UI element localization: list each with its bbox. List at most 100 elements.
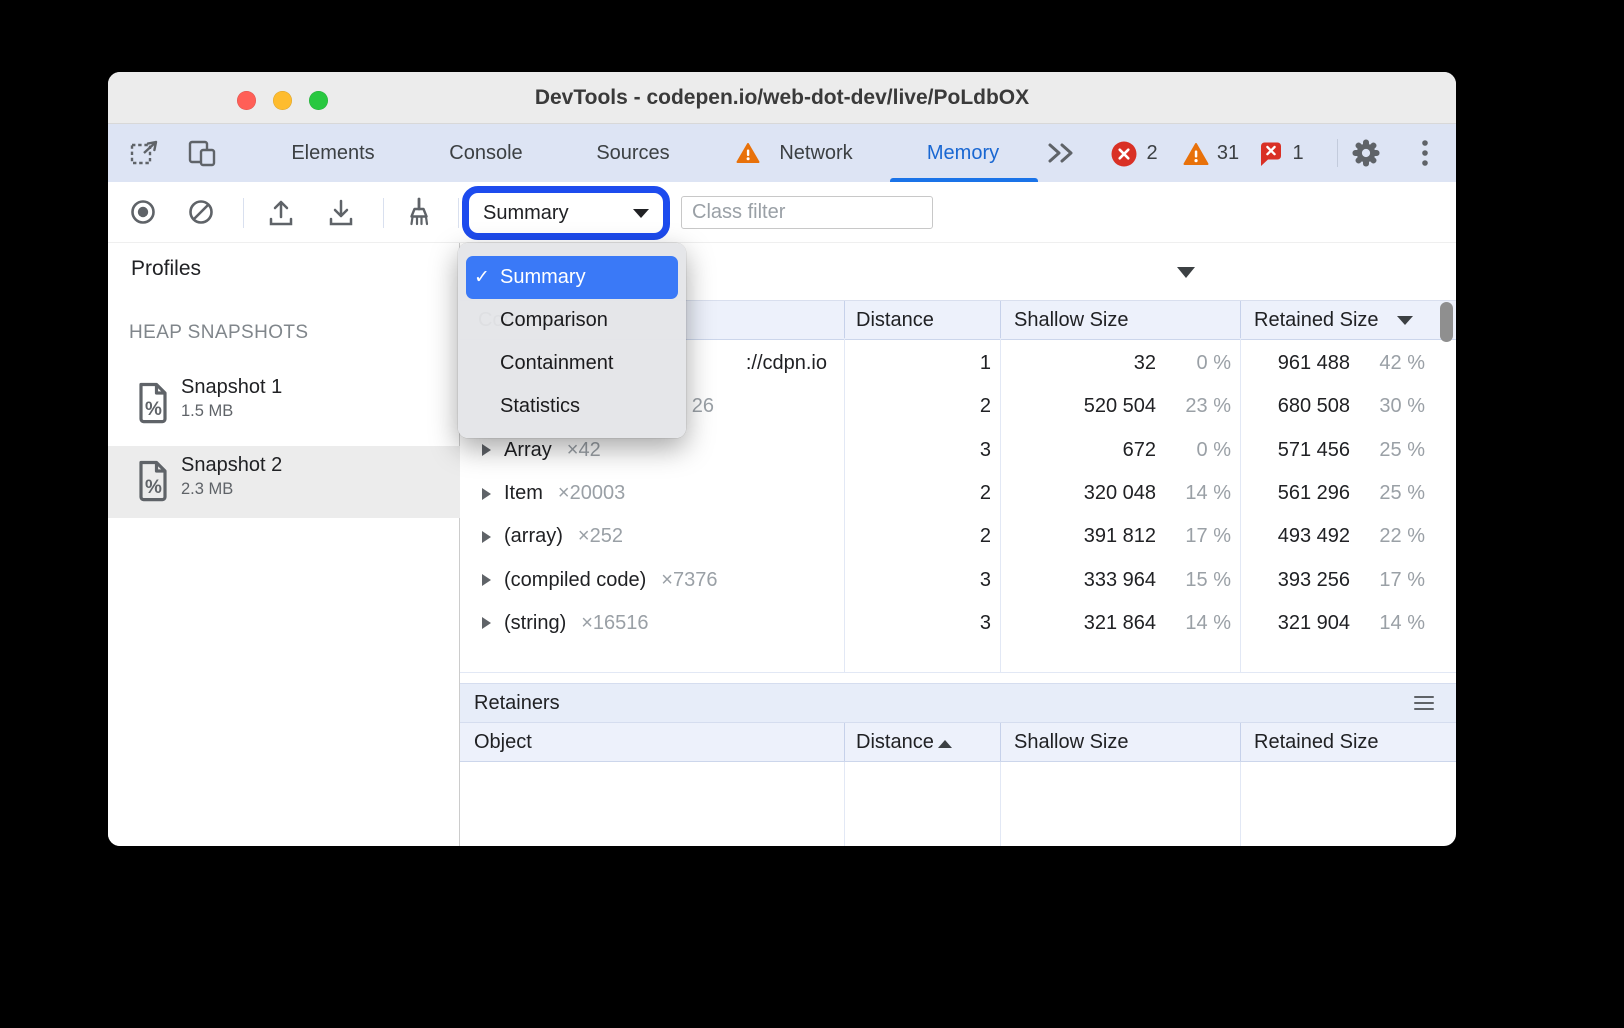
overflow-menu-icon[interactable] (1414, 696, 1434, 711)
retainers-title: Retainers (474, 684, 560, 722)
heap-snapshots-section-label: HEAP SNAPSHOTS (129, 322, 308, 344)
retained-size-cell: 561 29625 % (1240, 472, 1456, 515)
class-filter-input[interactable] (681, 196, 933, 229)
disclosure-triangle-icon[interactable] (482, 488, 491, 500)
shallow-size-cell: 333 96415 % (1000, 559, 1240, 602)
retained-size-cell: 493 49222 % (1240, 515, 1456, 558)
shallow-size-cell: 321 86414 % (1000, 602, 1240, 645)
shallow-size-cell: 320 % (1000, 342, 1240, 385)
record-heap-snapshot-icon[interactable] (129, 198, 157, 226)
tab-elements[interactable]: Elements (291, 124, 374, 182)
distance-cell: 2 (844, 385, 1000, 428)
toolbar-separator (243, 198, 244, 228)
memory-toolbar: Summary (108, 182, 1456, 243)
checkmark-icon: ✓ (466, 266, 500, 289)
table-row[interactable]: (array)×252 2 391 81217 % 493 49222 % (460, 515, 1456, 558)
network-warning-icon (736, 143, 760, 164)
retained-size-cell: 321 90414 % (1240, 602, 1456, 645)
more-tabs-icon[interactable] (1045, 141, 1075, 165)
shallow-size-cell: 6720 % (1000, 429, 1240, 472)
constructor-cell: Item×20003 (460, 472, 844, 515)
select-arrow-icon (633, 209, 649, 218)
constructor-fragment: 26 (692, 385, 714, 428)
shallow-size-cell: 520 50423 % (1000, 385, 1240, 428)
distance-cell: 2 (844, 515, 1000, 558)
warning-count: 31 (1217, 124, 1239, 182)
snapshot-name: Snapshot 2 (181, 454, 282, 477)
heap-snapshot-icon: % (138, 460, 168, 507)
column-divider (1000, 723, 1001, 761)
column-divider (844, 723, 845, 761)
disclosure-triangle-icon[interactable] (482, 444, 491, 456)
inspect-element-icon[interactable] (129, 138, 159, 168)
distance-cell: 3 (844, 559, 1000, 602)
column-divider (1240, 301, 1241, 339)
sort-descending-icon (1397, 316, 1413, 325)
load-profile-icon[interactable] (266, 197, 296, 227)
dropdown-arrow-icon[interactable] (1177, 267, 1195, 278)
perspective-menu: ✓ Summary Comparison Containment Statist… (458, 243, 686, 438)
table-row[interactable]: (string)×16516 3 321 86414 % 321 90414 % (460, 602, 1456, 645)
more-options-icon[interactable] (1421, 137, 1429, 169)
tabbar-separator (1337, 139, 1338, 167)
tab-memory[interactable]: Memory (927, 124, 999, 182)
column-header-distance[interactable]: Distance (856, 723, 952, 761)
column-header-retained-size[interactable]: Retained Size (1254, 723, 1379, 761)
tab-sources[interactable]: Sources (596, 124, 669, 182)
scrollbar-thumb[interactable] (1440, 302, 1453, 342)
issues-badge-icon[interactable] (1258, 141, 1284, 167)
distance-cell: 2 (844, 472, 1000, 515)
distance-cell: 3 (844, 429, 1000, 472)
titlebar: DevTools - codepen.io/web-dot-dev/live/P… (108, 72, 1456, 124)
issues-count: 1 (1292, 124, 1303, 182)
column-header-object[interactable]: Object (474, 723, 532, 761)
collect-garbage-icon[interactable] (404, 197, 434, 227)
save-profile-icon[interactable] (326, 197, 356, 227)
retainers-table-header: Object Distance Shallow Size Retained Si… (460, 723, 1456, 762)
menu-item-statistics[interactable]: Statistics (466, 385, 678, 428)
heap-snapshot-icon: % (138, 382, 168, 429)
sidebar-item-snapshot-1[interactable]: % Snapshot 1 1.5 MB (108, 368, 460, 440)
sort-ascending-icon (938, 740, 952, 748)
table-row[interactable]: (compiled code)×7376 3 333 96415 % 393 2… (460, 559, 1456, 602)
distance-cell: 3 (844, 602, 1000, 645)
grid-bottom-border (460, 672, 1456, 673)
distance-cell: 1 (844, 342, 1000, 385)
column-divider (1000, 301, 1001, 339)
perspective-select[interactable]: Summary (462, 186, 670, 240)
column-header-distance[interactable]: Distance (856, 301, 934, 339)
retainers-section-bar: Retainers (460, 683, 1456, 723)
snapshot-size: 2.3 MB (181, 480, 233, 499)
menu-item-summary[interactable]: ✓ Summary (466, 256, 678, 299)
disclosure-triangle-icon[interactable] (482, 574, 491, 586)
error-count: 2 (1146, 124, 1157, 182)
column-divider (844, 762, 845, 846)
constructor-cell: (compiled code)×7376 (460, 559, 844, 602)
menu-item-comparison[interactable]: Comparison (466, 299, 678, 342)
column-header-shallow-size[interactable]: Shallow Size (1014, 723, 1129, 761)
disclosure-triangle-icon[interactable] (482, 617, 491, 629)
svg-text:%: % (145, 477, 162, 498)
snapshot-size: 1.5 MB (181, 402, 233, 421)
disclosure-triangle-icon[interactable] (482, 531, 491, 543)
toolbar-separator (383, 198, 384, 228)
sidebar-item-snapshot-2[interactable]: % Snapshot 2 2.3 MB (108, 446, 460, 518)
warning-badge-icon[interactable] (1183, 143, 1209, 166)
perspective-select-value: Summary (469, 202, 633, 225)
menu-item-containment[interactable]: Containment (466, 342, 678, 385)
table-row[interactable]: Item×20003 2 320 04814 % 561 29625 % (460, 472, 1456, 515)
snapshot-name: Snapshot 1 (181, 376, 282, 399)
settings-gear-icon[interactable] (1350, 137, 1382, 169)
tab-console[interactable]: Console (449, 124, 522, 182)
profiles-heading: Profiles (131, 257, 201, 281)
column-header-retained-size[interactable]: Retained Size (1254, 301, 1379, 339)
clear-profiles-icon[interactable] (187, 198, 215, 226)
device-toolbar-icon[interactable] (188, 139, 218, 167)
tab-network[interactable]: Network (779, 124, 852, 182)
error-badge-icon[interactable] (1111, 141, 1138, 168)
window-title: DevTools - codepen.io/web-dot-dev/live/P… (108, 72, 1456, 124)
retained-size-cell: 961 48842 % (1240, 342, 1456, 385)
column-header-shallow-size[interactable]: Shallow Size (1014, 301, 1129, 339)
column-divider (1000, 762, 1001, 846)
devtools-window: DevTools - codepen.io/web-dot-dev/live/P… (108, 72, 1456, 846)
